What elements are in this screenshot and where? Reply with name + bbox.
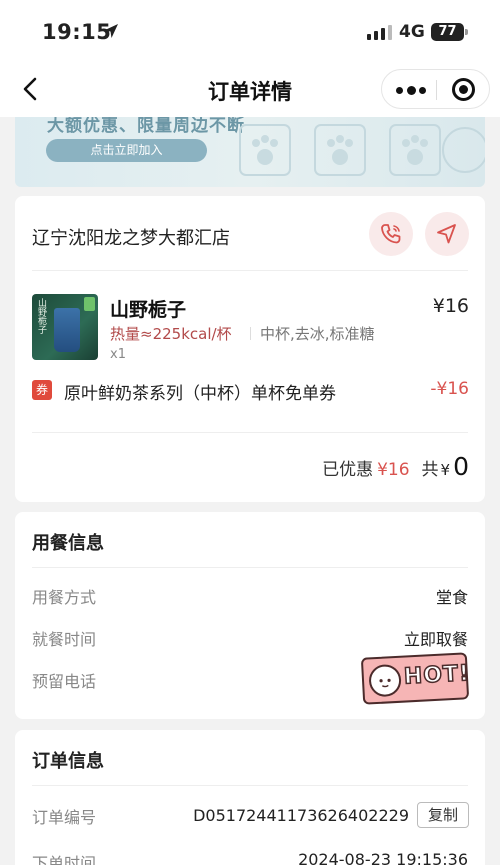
banner-headline: 大额优惠、限量周边不断 <box>47 117 245 136</box>
product-image-label: 山野栀子 <box>36 298 46 334</box>
location-arrow-icon <box>102 22 120 44</box>
nav-bar: 订单详情 <box>0 62 500 117</box>
capsule-divider <box>436 80 437 100</box>
cup-icon <box>54 308 80 352</box>
order-info-card: 订单信息 订单编号 D05172441173626402229 复制 下单时间 … <box>15 730 485 865</box>
divider <box>250 327 251 340</box>
coupon-name: 原叶鲜奶茶系列（中杯）单杯免单券 <box>64 384 336 404</box>
product-price: ¥16 <box>432 295 469 317</box>
status-bar: 19:15 4G 77 <box>0 0 500 62</box>
dining-method-value: 堂食 <box>435 588 468 607</box>
product-name: 山野栀子 <box>110 299 187 321</box>
product-image-tag <box>84 297 95 311</box>
coupon-amount: -¥16 <box>430 379 469 399</box>
hot-sticker-text: HOT! <box>403 660 472 690</box>
total-currency: ¥ <box>440 461 451 479</box>
bunny-icon <box>368 663 402 698</box>
section-title: 订单信息 <box>32 751 104 772</box>
order-number-value: D05172441173626402229 <box>193 806 409 825</box>
target-icon[interactable] <box>452 78 475 101</box>
divider <box>32 270 468 271</box>
coupon-badge: 券 <box>32 380 52 400</box>
total-label: 共 <box>421 460 439 480</box>
order-number-label: 订单编号 <box>32 808 97 827</box>
signal-icon <box>367 25 392 40</box>
store-name: 辽宁沈阳龙之梦大都汇店 <box>32 228 230 249</box>
discount-amount: ¥16 <box>377 460 410 480</box>
section-title: 用餐信息 <box>32 533 104 554</box>
total-amount: 0 <box>453 452 469 481</box>
navigate-icon <box>437 224 456 244</box>
battery-level: 77 <box>431 23 468 41</box>
order-summary: 已优惠 ¥16 共 ¥ 0 <box>322 452 469 481</box>
phone-button[interactable] <box>369 212 413 256</box>
navigate-button[interactable] <box>425 212 469 256</box>
hot-sticker: HOT! <box>360 652 472 705</box>
more-dots-icon[interactable] <box>396 82 426 98</box>
paw-pattern-icon <box>239 124 485 176</box>
divider <box>32 567 468 568</box>
divider <box>32 432 468 433</box>
promo-banner[interactable]: 大额优惠、限量周边不断 点击立即加入 <box>15 117 485 187</box>
dining-time-value: 立即取餐 <box>403 630 468 649</box>
copy-button[interactable]: 复制 <box>417 802 469 828</box>
store-card: 辽宁沈阳龙之梦大都汇店 山野栀子 山野栀子 ¥16 热量≈225kcal/杯 中… <box>15 196 485 502</box>
order-time-label: 下单时间 <box>32 854 97 865</box>
status-time: 19:15 <box>42 20 112 44</box>
product-quantity: x1 <box>110 347 126 362</box>
product-spec: 中杯,去冰,标准糖 <box>260 325 375 343</box>
reserved-phone-label: 预留电话 <box>32 672 97 691</box>
divider <box>32 785 468 786</box>
phone-icon <box>381 224 401 244</box>
network-type: 4G <box>399 22 425 42</box>
join-button[interactable]: 点击立即加入 <box>46 139 207 162</box>
dining-method-label: 用餐方式 <box>32 588 97 607</box>
dining-time-label: 就餐时间 <box>32 630 97 649</box>
product-image: 山野栀子 <box>32 294 98 360</box>
order-time-value: 2024-08-23 19:15:36 <box>298 850 468 865</box>
product-calories: 热量≈225kcal/杯 <box>110 325 232 343</box>
discount-label: 已优惠 <box>322 460 374 480</box>
miniprogram-capsule <box>381 69 490 109</box>
